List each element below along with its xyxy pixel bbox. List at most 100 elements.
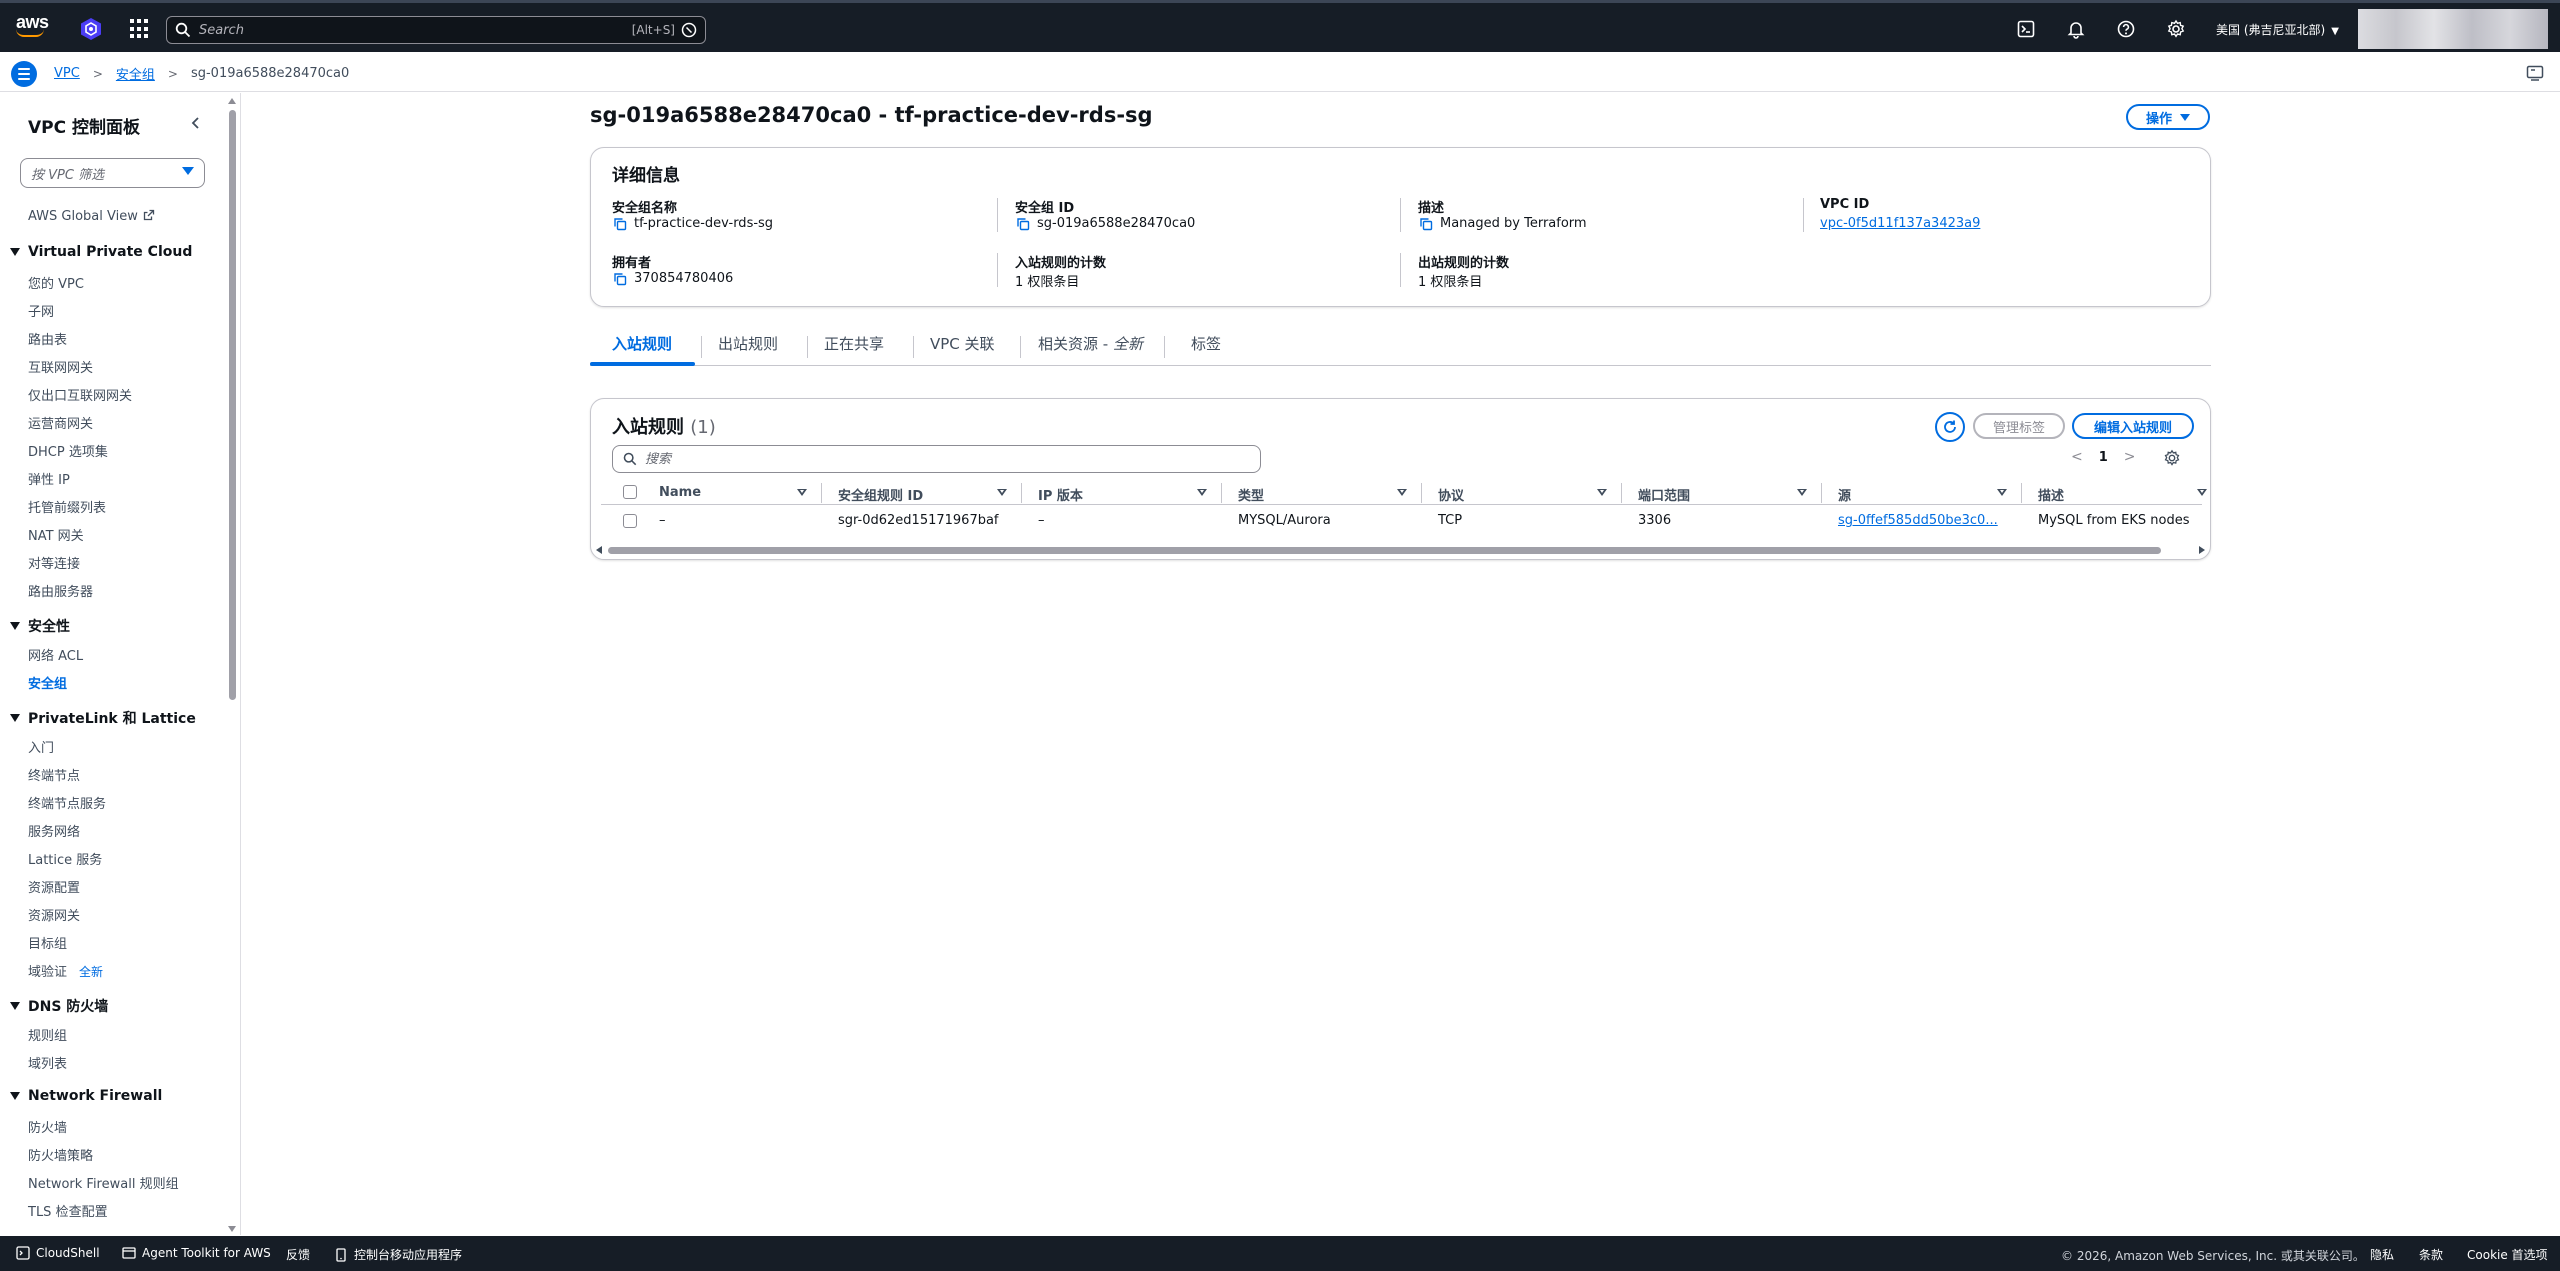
nav-peering-connections[interactable]: 对等连接 bbox=[28, 553, 80, 572]
tab-tags[interactable]: 标签 bbox=[1189, 333, 1223, 354]
footer-terms[interactable]: 条款 bbox=[2419, 1246, 2443, 1263]
footer-cloudshell[interactable]: CloudShell bbox=[16, 1246, 100, 1260]
nav-section-dns-firewall[interactable]: DNS 防火墙 bbox=[10, 996, 108, 1016]
sort-icon[interactable] bbox=[1597, 489, 1607, 496]
services-menu-icon[interactable] bbox=[130, 19, 150, 39]
copy-icon[interactable] bbox=[1419, 217, 1433, 231]
service-hexagon-icon[interactable] bbox=[79, 17, 103, 41]
nav-carrier-gateways[interactable]: 运营商网关 bbox=[28, 413, 93, 432]
copy-icon[interactable] bbox=[1016, 217, 1030, 231]
footer-mobile-app[interactable]: 控制台移动应用程序 bbox=[334, 1246, 462, 1263]
refresh-button[interactable] bbox=[1935, 412, 1965, 442]
clear-circle-icon[interactable] bbox=[681, 22, 697, 38]
column-header-ip-version[interactable]: IP 版本 bbox=[1038, 485, 1083, 504]
nav-nfw-rule-groups[interactable]: Network Firewall 规则组 bbox=[28, 1173, 179, 1192]
help-icon[interactable] bbox=[2116, 19, 2136, 39]
nav-getting-started[interactable]: 入门 bbox=[28, 737, 54, 756]
nav-tls-inspection[interactable]: TLS 检查配置 bbox=[28, 1201, 108, 1220]
rules-search-input[interactable] bbox=[645, 451, 1250, 467]
sort-icon[interactable] bbox=[1197, 489, 1207, 496]
nav-section-privatelink[interactable]: PrivateLink 和 Lattice bbox=[10, 708, 196, 728]
nav-firewall-policies[interactable]: 防火墙策略 bbox=[28, 1145, 93, 1164]
nav-egress-only-igw[interactable]: 仅出口互联网网关 bbox=[28, 385, 132, 404]
breadcrumb-vpc[interactable]: VPC bbox=[54, 66, 80, 81]
nav-endpoint-services[interactable]: 终端节点服务 bbox=[28, 793, 106, 812]
nav-nat-gateways[interactable]: NAT 网关 bbox=[28, 525, 84, 544]
collapse-chevron-left-icon[interactable] bbox=[188, 115, 204, 131]
select-all-checkbox[interactable] bbox=[623, 485, 637, 499]
nav-internet-gateways[interactable]: 互联网网关 bbox=[28, 357, 93, 376]
nav-rule-groups[interactable]: 规则组 bbox=[28, 1025, 67, 1044]
sort-icon[interactable] bbox=[2197, 489, 2207, 496]
column-header-rule-id[interactable]: 安全组规则 ID bbox=[838, 485, 923, 504]
tab-vpc-associations[interactable]: VPC 关联 bbox=[928, 333, 997, 354]
nav-your-vpcs[interactable]: 您的 VPC bbox=[28, 273, 84, 292]
footer-cookie-preferences[interactable]: Cookie 首选项 bbox=[2467, 1246, 2548, 1263]
footer-privacy[interactable]: 隐私 bbox=[2370, 1246, 2394, 1263]
nav-route-tables[interactable]: 路由表 bbox=[28, 329, 67, 348]
column-header-type[interactable]: 类型 bbox=[1238, 485, 1264, 504]
manage-tags-button[interactable]: 管理标签 bbox=[1973, 413, 2065, 439]
scroll-left-arrow-icon[interactable] bbox=[596, 546, 602, 554]
region-selector[interactable]: 美国 (弗吉尼亚北部) ▼ bbox=[2216, 21, 2339, 38]
sort-icon[interactable] bbox=[997, 489, 1007, 496]
nav-network-acls[interactable]: 网络 ACL bbox=[28, 645, 83, 664]
tab-outbound-rules[interactable]: 出站规则 bbox=[716, 333, 780, 354]
table-row[interactable]: – sgr-0d62ed15171967baf – MYSQL/Aurora T… bbox=[601, 506, 2202, 536]
scroll-right-arrow-icon[interactable] bbox=[2199, 546, 2205, 554]
notifications-bell-icon[interactable] bbox=[2066, 19, 2086, 39]
column-divider[interactable] bbox=[821, 483, 822, 503]
nav-target-groups[interactable]: 目标组 bbox=[28, 933, 67, 952]
settings-gear-icon[interactable] bbox=[2166, 19, 2186, 39]
actions-button[interactable]: 操作 bbox=[2126, 104, 2210, 130]
nav-section-network-firewall[interactable]: Network Firewall bbox=[10, 1088, 162, 1104]
footer-agent-toolkit[interactable]: Agent Toolkit for AWS bbox=[122, 1246, 271, 1260]
table-horizontal-scrollbar[interactable] bbox=[594, 545, 2209, 555]
nav-lattice-services[interactable]: Lattice 服务 bbox=[28, 849, 102, 868]
scrollbar-thumb[interactable] bbox=[229, 110, 236, 700]
nav-resource-gateways[interactable]: 资源网关 bbox=[28, 905, 80, 924]
cloudshell-icon[interactable] bbox=[2016, 19, 2036, 39]
table-settings-gear-icon[interactable] bbox=[2163, 449, 2181, 467]
column-header-port-range[interactable]: 端口范围 bbox=[1638, 485, 1690, 504]
nav-endpoints[interactable]: 终端节点 bbox=[28, 765, 80, 784]
nav-managed-prefix-lists[interactable]: 托管前缀列表 bbox=[28, 497, 106, 516]
vpc-id-link[interactable]: vpc-0f5d11f137a3423a9 bbox=[1820, 216, 1980, 231]
scrollbar-thumb[interactable] bbox=[608, 547, 2161, 554]
sort-icon[interactable] bbox=[797, 489, 807, 496]
tab-sharing[interactable]: 正在共享 bbox=[822, 333, 886, 354]
nav-security-groups[interactable]: 安全组 bbox=[28, 673, 67, 692]
nav-resource-configurations[interactable]: 资源配置 bbox=[28, 877, 80, 896]
column-divider[interactable] bbox=[1221, 483, 1222, 503]
aws-logo[interactable]: aws bbox=[16, 13, 50, 41]
vpc-filter-select[interactable]: 按 VPC 筛选 bbox=[20, 158, 205, 188]
column-divider[interactable] bbox=[1821, 483, 1822, 503]
column-divider[interactable] bbox=[1621, 483, 1622, 503]
next-page-icon[interactable]: > bbox=[2124, 449, 2136, 465]
sort-icon[interactable] bbox=[1797, 489, 1807, 496]
nav-domain-verification[interactable]: 域验证 全新 bbox=[28, 961, 103, 980]
nav-section-vpc[interactable]: Virtual Private Cloud bbox=[10, 244, 192, 260]
tab-related-resources[interactable]: 相关资源 - 全新 bbox=[1036, 333, 1145, 354]
nav-subnets[interactable]: 子网 bbox=[28, 301, 54, 320]
nav-domain-lists[interactable]: 域列表 bbox=[28, 1053, 67, 1072]
copy-icon[interactable] bbox=[613, 272, 627, 286]
tab-inbound-rules[interactable]: 入站规则 bbox=[610, 333, 674, 354]
nav-service-networks[interactable]: 服务网络 bbox=[28, 821, 80, 840]
rules-search[interactable] bbox=[612, 445, 1261, 473]
nav-section-security[interactable]: 安全性 bbox=[10, 616, 70, 636]
previous-page-icon[interactable]: < bbox=[2071, 449, 2083, 465]
nav-aws-global-view[interactable]: AWS Global View bbox=[28, 209, 155, 224]
column-divider[interactable] bbox=[1421, 483, 1422, 503]
column-header-protocol[interactable]: 协议 bbox=[1438, 485, 1464, 504]
global-search[interactable]: [Alt+S] bbox=[166, 16, 706, 44]
column-divider[interactable] bbox=[1021, 483, 1022, 503]
copy-icon[interactable] bbox=[613, 217, 627, 231]
column-header-name[interactable]: Name bbox=[659, 485, 701, 500]
source-sg-link[interactable]: sg-0ffef585dd50be3c0... bbox=[1838, 513, 1998, 528]
utility-panel-icon[interactable] bbox=[2526, 64, 2544, 82]
column-header-source[interactable]: 源 bbox=[1838, 485, 1851, 504]
search-input[interactable] bbox=[199, 22, 632, 38]
nav-dhcp-option-sets[interactable]: DHCP 选项集 bbox=[28, 441, 108, 460]
scroll-down-arrow-icon[interactable] bbox=[228, 1226, 236, 1232]
